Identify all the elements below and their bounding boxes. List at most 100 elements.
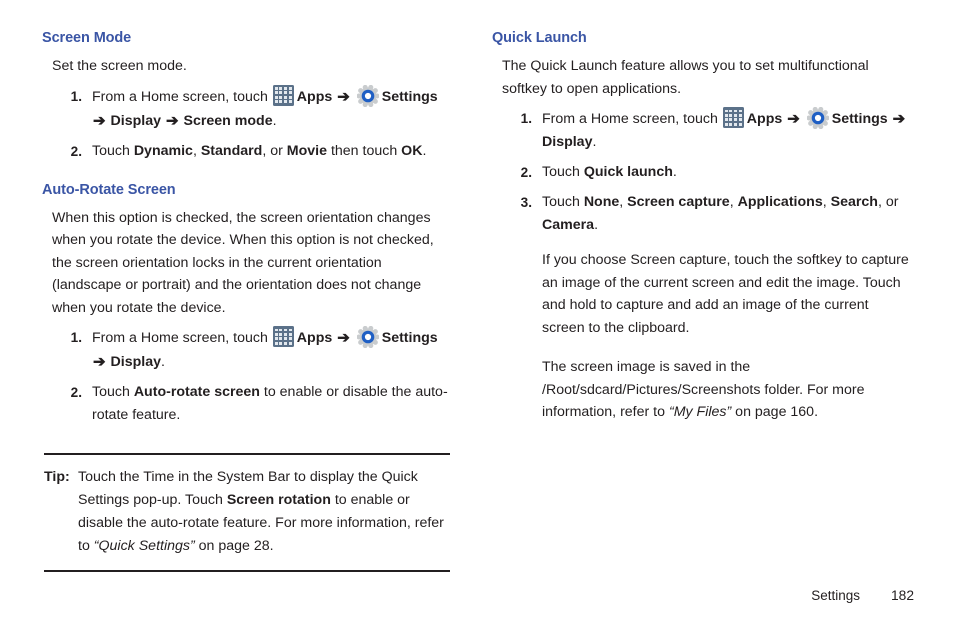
settings-gear-icon	[806, 107, 829, 129]
manual-page: Screen Mode Set the screen mode. 1. From …	[0, 0, 954, 636]
text-run: If you choose Screen capture, touch the …	[542, 252, 909, 336]
text-run: From a Home screen, touch	[92, 330, 272, 346]
text-run: Touch	[542, 164, 584, 180]
step-number: 3.	[520, 195, 532, 210]
text-run: Touch	[92, 384, 134, 400]
instruction-step: 1. From a Home screen, touch Apps ➔ Setti…	[42, 84, 454, 133]
section-auto-rotate-screen: Auto-Rotate Screen When this option is c…	[42, 182, 454, 428]
step-number: 1.	[70, 88, 82, 104]
step-text: From a Home screen, touch Apps ➔ Setting…	[92, 326, 438, 371]
bold-term: OK	[401, 142, 423, 159]
italic-reference: “My Files”	[668, 404, 732, 420]
step-sub-paragraph: If you choose Screen capture, touch the …	[542, 249, 912, 339]
bold-term: Standard	[200, 142, 263, 159]
tip-content: Tip: Touch the Time in the System Bar to…	[44, 466, 450, 558]
bold-term: Apps	[296, 88, 337, 105]
text-run: .	[594, 217, 599, 233]
instruction-step: 2. Touch Auto-rotate screen to enable or …	[42, 381, 454, 427]
text-run: Touch	[92, 142, 134, 159]
bold-term: Screen rotation	[226, 492, 331, 508]
steps-auto-rotate-screen: 1. From a Home screen, touch Apps ➔ Setti…	[42, 326, 454, 427]
step-number: 1.	[520, 111, 532, 126]
text-run: ,	[192, 142, 201, 159]
bold-term: Camera	[542, 217, 595, 233]
text-run: .	[161, 354, 165, 370]
section-intro-auto-rotate-screen: When this option is checked, the screen …	[52, 209, 434, 316]
right-arrow-icon: ➔	[787, 110, 800, 128]
right-arrow-icon: ➔	[337, 88, 350, 105]
text-run: , or	[877, 194, 899, 210]
step-number: 2.	[70, 143, 82, 159]
section-heading-auto-rotate-screen: Auto-Rotate Screen	[42, 181, 176, 198]
page-footer: Settings 182	[811, 588, 914, 603]
step-number: 2.	[520, 165, 532, 180]
bold-term: None	[583, 194, 620, 210]
right-arrow-icon: ➔	[337, 329, 350, 347]
instruction-step: 2. Touch Dynamic, Standard, or Movie then…	[42, 140, 454, 163]
text-run: .	[672, 164, 677, 180]
text-run: , or	[262, 142, 287, 159]
text-run: ,	[619, 194, 628, 210]
tip-label: Tip:	[44, 469, 70, 485]
section-quick-launch: Quick Launch The Quick Launch feature al…	[492, 30, 912, 424]
bold-term: Applications	[737, 194, 823, 210]
step-text: Touch None, Screen capture, Applications…	[542, 194, 898, 233]
text-run: .	[272, 112, 277, 129]
bold-term: Screen capture	[627, 194, 730, 210]
bold-term: Settings	[381, 88, 438, 105]
bold-term: Screen mode	[183, 112, 273, 129]
steps-quick-launch: 1. From a Home screen, touch Apps ➔ Setti…	[492, 107, 912, 424]
text-run: .	[422, 142, 427, 159]
instruction-step: 1. From a Home screen, touch Apps ➔ Setti…	[492, 107, 912, 154]
text-run: on page 28.	[194, 538, 274, 554]
step-text: Touch Quick launch.	[542, 164, 677, 180]
instruction-step: 1. From a Home screen, touch Apps ➔ Setti…	[42, 326, 454, 374]
instruction-step: 3. Touch None, Screen capture, Applicatio…	[492, 191, 912, 424]
step-number: 2.	[70, 385, 82, 400]
right-arrow-icon: ➔	[93, 112, 106, 129]
bold-term: Display	[110, 112, 165, 129]
bold-term: Apps	[296, 330, 337, 346]
steps-screen-mode: 1. From a Home screen, touch Apps ➔ Setti…	[42, 84, 454, 163]
text-run: then touch	[327, 142, 402, 159]
bold-term: Settings	[831, 111, 888, 127]
step-text: From a Home screen, touch Apps ➔ Setting…	[92, 84, 438, 129]
step-number: 1.	[70, 330, 82, 345]
text-run: Touch	[542, 194, 584, 210]
bold-term: Display	[110, 354, 161, 370]
settings-gear-icon	[356, 326, 379, 348]
bold-term: Quick launch	[583, 164, 673, 180]
bold-term: Movie	[286, 142, 328, 159]
right-arrow-icon: ➔	[892, 110, 906, 128]
section-screen-mode: Screen Mode Set the screen mode. 1. From …	[42, 30, 454, 163]
tip-body: Touch the Time in the System Bar to disp…	[78, 469, 444, 554]
bold-term: Settings	[381, 330, 438, 346]
section-heading-screen-mode: Screen Mode	[42, 30, 132, 46]
left-column: Screen Mode Set the screen mode. 1. From …	[42, 30, 454, 427]
right-column: Quick Launch The Quick Launch feature al…	[492, 30, 912, 424]
bold-term: Apps	[746, 111, 787, 127]
text-run: ,	[729, 194, 738, 210]
text-run: on page 160.	[731, 404, 819, 420]
instruction-step: 2. Touch Quick launch.	[492, 161, 912, 184]
tip-box: Tip: Touch the Time in the System Bar to…	[44, 453, 450, 572]
bold-term: Dynamic	[133, 142, 193, 159]
section-intro-quick-launch: The Quick Launch feature allows you to s…	[502, 58, 869, 97]
apps-grid-icon	[722, 107, 744, 128]
settings-gear-icon	[356, 84, 379, 107]
step-text: Touch Auto-rotate screen to enable or di…	[92, 384, 448, 423]
italic-reference: “Quick Settings”	[93, 538, 195, 554]
bold-term: Search	[830, 194, 878, 210]
text-run: ,	[822, 194, 831, 210]
step-sub-paragraph: The screen image is saved in the /Root/s…	[542, 356, 912, 424]
right-arrow-icon: ➔	[93, 353, 106, 371]
bold-term: Auto-rotate screen	[133, 384, 260, 400]
bold-term: Display	[542, 134, 593, 150]
text-run: From a Home screen, touch	[92, 88, 272, 105]
text-run: From a Home screen, touch	[542, 111, 722, 127]
apps-grid-icon	[272, 326, 294, 347]
right-arrow-icon: ➔	[165, 112, 179, 129]
step-text: From a Home screen, touch Apps ➔ Setting…	[542, 107, 906, 150]
section-heading-quick-launch: Quick Launch	[492, 30, 587, 46]
section-intro-screen-mode: Set the screen mode.	[52, 58, 187, 74]
